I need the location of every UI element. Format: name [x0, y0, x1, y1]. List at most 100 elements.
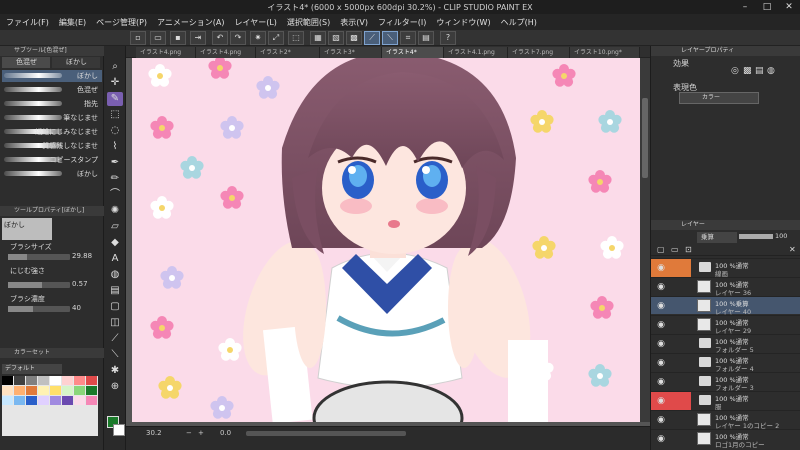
- color-swatch[interactable]: [62, 386, 73, 395]
- brush-icon[interactable]: ⌒: [107, 188, 123, 202]
- layer-row[interactable]: ◉ 100 %通常 レイヤー 36: [651, 277, 800, 297]
- canvas-scrollbar[interactable]: [640, 58, 650, 422]
- layer-row[interactable]: ◉ 100 %乗算 レイヤー 40: [651, 296, 800, 316]
- zoom-in-icon[interactable]: +: [198, 429, 204, 437]
- brush-item-brush-blend[interactable]: 筆なじませ: [2, 112, 102, 124]
- clear-icon[interactable]: ✷: [250, 31, 266, 45]
- lock-icon[interactable]: ⊡: [685, 245, 692, 254]
- tab-canvas-8[interactable]: イラスト10.png*: [570, 47, 640, 58]
- color-swatch[interactable]: [50, 376, 61, 385]
- color-swatch[interactable]: [86, 376, 97, 385]
- new-layer-icon[interactable]: ▢: [657, 245, 665, 254]
- open-folder-icon[interactable]: ▭: [150, 31, 166, 45]
- line-icon[interactable]: ⟍: [107, 348, 123, 362]
- snap-ruler-icon[interactable]: ⟋: [364, 31, 380, 45]
- new-file-icon[interactable]: ▫: [130, 31, 146, 45]
- deselect-icon[interactable]: ⬚: [288, 31, 304, 45]
- color-swatch[interactable]: [38, 376, 49, 385]
- tab-canvas-7[interactable]: イラスト7.png: [508, 47, 570, 58]
- visibility-eye-icon[interactable]: ◉: [655, 282, 667, 292]
- tab-blur[interactable]: ぼかし: [52, 57, 100, 68]
- layer-row[interactable]: ◉ 100 %通常 ロゴ1月のコピー: [651, 429, 800, 449]
- text-icon[interactable]: A: [107, 252, 123, 266]
- layer-row[interactable]: ◉ 100 %通常 線画: [651, 258, 800, 278]
- menu-animation[interactable]: アニメーション(A): [157, 17, 224, 28]
- expression-color-select[interactable]: カラー: [679, 92, 759, 104]
- visibility-eye-icon[interactable]: ◉: [655, 377, 667, 387]
- effect-tone-icon[interactable]: ▩: [743, 66, 752, 76]
- brush-density-slider[interactable]: [8, 306, 70, 312]
- pen-icon[interactable]: ✒: [107, 156, 123, 170]
- effect-outline-icon[interactable]: ◍: [767, 66, 775, 76]
- color-swatch[interactable]: [38, 386, 49, 395]
- menu-page[interactable]: ページ管理(P): [96, 17, 147, 28]
- color-swatch[interactable]: [38, 396, 49, 405]
- navigator-slider[interactable]: [246, 431, 406, 436]
- export-icon[interactable]: ⇥: [190, 31, 206, 45]
- color-swatch[interactable]: [26, 386, 37, 395]
- zoom-icon[interactable]: ⌕: [107, 60, 123, 74]
- save-icon[interactable]: ▪: [170, 31, 186, 45]
- brush-size-slider[interactable]: [8, 254, 70, 260]
- new-folder-icon[interactable]: ▭: [671, 245, 679, 254]
- tab-canvas-3[interactable]: イラスト2*: [256, 47, 320, 58]
- visibility-eye-icon[interactable]: ◉: [655, 263, 667, 273]
- close-icon[interactable]: ✕: [778, 0, 800, 14]
- visibility-eye-icon[interactable]: ◉: [655, 434, 667, 444]
- color-swatch[interactable]: [74, 376, 85, 385]
- figure-icon[interactable]: ▢: [107, 300, 123, 314]
- tab-canvas-6[interactable]: イラスト4.1.png: [444, 47, 508, 58]
- opacity-value[interactable]: 100: [775, 232, 787, 240]
- tab-canvas-active[interactable]: イラスト4*: [382, 47, 444, 58]
- visibility-eye-icon[interactable]: ◉: [655, 320, 667, 330]
- tab-canvas-2[interactable]: イラスト4.png: [196, 47, 256, 58]
- tab-blend[interactable]: 色混ぜ: [2, 57, 50, 68]
- layer-row[interactable]: ◉ 100 %通常 レイヤー 1のコピー 2: [651, 410, 800, 430]
- color-swatch[interactable]: [26, 376, 37, 385]
- zoom-value[interactable]: 30.2: [146, 429, 162, 437]
- canvas[interactable]: [132, 58, 640, 422]
- select-icon[interactable]: ⬚: [107, 108, 123, 122]
- menu-edit[interactable]: 編集(E): [59, 17, 86, 28]
- brush-item-blend[interactable]: 色混ぜ: [2, 84, 102, 96]
- tab-canvas-4[interactable]: イラスト3*: [320, 47, 382, 58]
- ruler-tool-icon[interactable]: ⟋: [107, 332, 123, 346]
- menu-file[interactable]: ファイル(F): [6, 17, 49, 28]
- scrollbar-thumb[interactable]: [642, 98, 648, 178]
- brush-item-finger[interactable]: 指先: [2, 98, 102, 110]
- maximize-icon[interactable]: □: [756, 0, 778, 14]
- layer-row[interactable]: ◉ 100 %通常 フォルダー 4: [651, 353, 800, 373]
- help-icon[interactable]: ?: [440, 31, 456, 45]
- operation-icon[interactable]: ✱: [107, 364, 123, 378]
- color-swatch-grid[interactable]: [2, 376, 98, 436]
- zoom-out-icon[interactable]: −: [186, 429, 192, 437]
- snap-special-icon[interactable]: ⟍: [382, 31, 398, 45]
- transform-icon[interactable]: ⤢: [268, 31, 284, 45]
- crop-icon[interactable]: ▦: [310, 31, 326, 45]
- layer-row[interactable]: ◉ 100 %通常 フォルダー 3: [651, 372, 800, 392]
- visibility-eye-icon[interactable]: ◉: [655, 415, 667, 425]
- color-swatch[interactable]: [50, 386, 61, 395]
- menu-selection[interactable]: 選択範囲(S): [287, 17, 330, 28]
- color-swatch[interactable]: [62, 396, 73, 405]
- eyedropper-icon[interactable]: ⌇: [107, 140, 123, 154]
- color-swatch[interactable]: [62, 376, 73, 385]
- color-swatch[interactable]: [74, 396, 85, 405]
- layer-row[interactable]: ◉ 100 %通常 フォルダー 5: [651, 334, 800, 354]
- brush-item-texture[interactable]: 質感残しなじませ: [2, 140, 102, 152]
- undo-icon[interactable]: ↶: [212, 31, 228, 45]
- ruler-icon[interactable]: ▧: [328, 31, 344, 45]
- eraser-icon[interactable]: ▱: [107, 220, 123, 234]
- fill-icon[interactable]: ◆: [107, 236, 123, 250]
- minimize-icon[interactable]: –: [734, 0, 756, 14]
- color-swatch[interactable]: [14, 376, 25, 385]
- tab-canvas-1[interactable]: イラスト4.png: [136, 47, 196, 58]
- lasso-icon[interactable]: ◌: [107, 124, 123, 138]
- color-swatch[interactable]: [2, 396, 13, 405]
- opacity-slider[interactable]: [739, 234, 773, 239]
- layer-row[interactable]: ◉ 100 %通常 レイヤー 29: [651, 315, 800, 335]
- brush-size-value[interactable]: 29.88: [72, 252, 92, 260]
- effect-buttons[interactable]: ◎ ▩ ▤ ◍: [731, 66, 791, 78]
- visibility-eye-icon[interactable]: ◉: [655, 339, 667, 349]
- blend-mode-select[interactable]: 乗算: [697, 232, 737, 243]
